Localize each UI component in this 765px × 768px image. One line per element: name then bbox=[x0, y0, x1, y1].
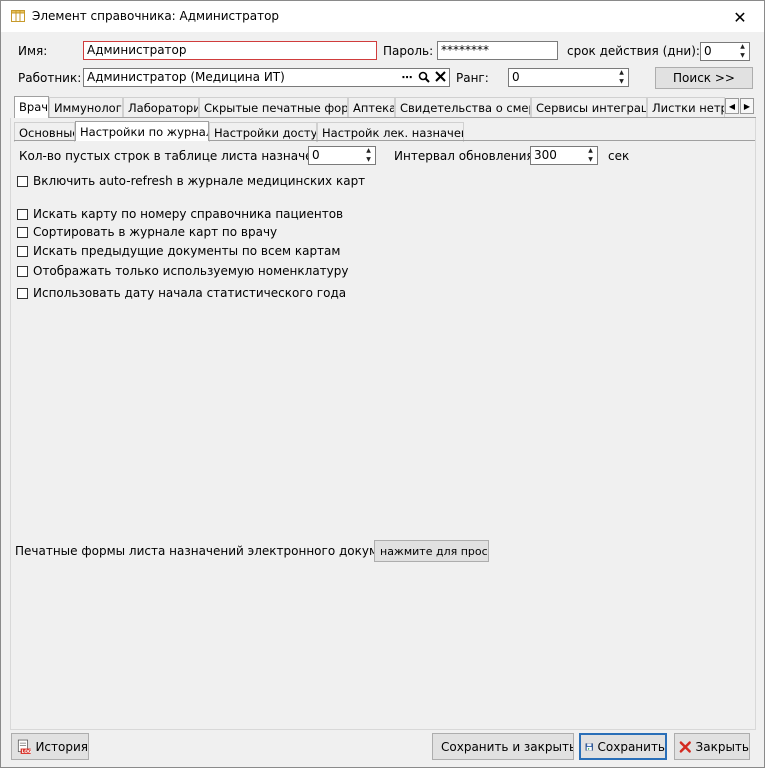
tab-doctor[interactable]: Врач bbox=[14, 96, 49, 118]
checkbox-used-nomenclature[interactable] bbox=[17, 266, 28, 277]
save-close-button[interactable]: Сохранить и закрыть bbox=[432, 733, 574, 760]
save-close-label: Сохранить и закрыть bbox=[441, 739, 574, 754]
empty-rows-spinner[interactable]: ▲ ▼ bbox=[362, 147, 375, 164]
tab-hidden-print-forms[interactable]: Скрытые печатные формы bbox=[199, 97, 348, 117]
checkbox-used-nomenclature-label: Отображать только используемую номенклат… bbox=[33, 264, 349, 278]
tab-death-certificates[interactable]: Свидетельства о смерти bbox=[395, 97, 531, 117]
rank-spinner[interactable]: ▲ ▼ bbox=[615, 69, 628, 86]
checkbox-search-previous-docs[interactable] bbox=[17, 246, 28, 257]
close-button[interactable]: Закрыть bbox=[674, 733, 750, 760]
rank-field[interactable]: 0 ▲ ▼ bbox=[508, 68, 629, 87]
red-x-icon bbox=[679, 740, 691, 753]
subtab-basic[interactable]: Основные bbox=[14, 122, 75, 142]
spin-down-icon[interactable]: ▼ bbox=[615, 78, 628, 87]
spin-down-icon[interactable]: ▼ bbox=[584, 156, 597, 165]
worker-value: Администратор (Медицина ИТ) bbox=[87, 70, 285, 84]
print-forms-label: Печатные формы листа назначений электрон… bbox=[15, 544, 408, 558]
save-button[interactable]: Сохранить bbox=[579, 733, 667, 760]
name-field[interactable]: Администратор bbox=[83, 41, 377, 60]
chevron-right-icon[interactable]: ▶ bbox=[740, 98, 754, 114]
tab-integration-services[interactable]: Сервисы интеграции bbox=[531, 97, 647, 117]
close-icon[interactable]: ✕ bbox=[725, 4, 755, 30]
refresh-interval-spinner[interactable]: ▲ ▼ bbox=[584, 147, 597, 164]
worker-field[interactable]: Администратор (Медицина ИТ) bbox=[83, 68, 450, 87]
empty-rows-field[interactable]: 0 ▲ ▼ bbox=[308, 146, 376, 165]
name-label: Имя: bbox=[18, 44, 48, 58]
checkbox-sort-by-doctor[interactable] bbox=[17, 227, 28, 238]
checkbox-auto-refresh-label: Включить auto-refresh в журнале медицинс… bbox=[33, 174, 366, 188]
checkbox-auto-refresh[interactable] bbox=[17, 176, 28, 187]
password-label: Пароль: bbox=[383, 44, 434, 58]
spin-up-icon[interactable]: ▲ bbox=[615, 69, 628, 78]
main-tab-strip: Врач Иммунология Лаборатория Скрытые печ… bbox=[14, 96, 754, 118]
chevron-left-icon[interactable]: ◀ bbox=[725, 98, 739, 114]
subtab-divider-right bbox=[209, 140, 755, 141]
search-button[interactable]: Поиск >> bbox=[655, 67, 753, 89]
subtab-journal-settings[interactable]: Настройки по журналам bbox=[75, 121, 209, 141]
refresh-interval-field[interactable]: 300 ▲ ▼ bbox=[530, 146, 598, 165]
window: Элемент справочника: Администратор ✕ Имя… bbox=[0, 0, 765, 768]
svg-text:LOG: LOG bbox=[22, 749, 32, 754]
validity-field[interactable]: 0 ▲ ▼ bbox=[700, 42, 750, 61]
tab-pharmacy[interactable]: Аптека bbox=[348, 97, 395, 117]
tab-sick-leave[interactable]: Листки нетру bbox=[647, 97, 725, 117]
window-title: Элемент справочника: Администратор bbox=[32, 9, 280, 23]
spin-down-icon[interactable]: ▼ bbox=[736, 52, 749, 61]
rank-value: 0 bbox=[512, 70, 520, 84]
floppy-icon bbox=[585, 742, 593, 751]
grid-icon bbox=[11, 10, 25, 22]
history-label: История bbox=[35, 739, 88, 754]
empty-rows-value: 0 bbox=[312, 148, 320, 162]
checkbox-stat-year-date[interactable] bbox=[17, 288, 28, 299]
save-label: Сохранить bbox=[597, 739, 666, 754]
validity-spinner[interactable]: ▲ ▼ bbox=[736, 43, 749, 60]
spin-up-icon[interactable]: ▲ bbox=[362, 147, 375, 156]
close-label: Закрыть bbox=[695, 739, 749, 754]
tab-laboratory[interactable]: Лаборатория bbox=[123, 97, 199, 117]
checkbox-stat-year-date-label: Использовать дату начала статистического… bbox=[33, 286, 347, 300]
subtab-divider-left bbox=[14, 140, 75, 141]
history-button[interactable]: LOG История bbox=[11, 733, 89, 760]
spin-up-icon[interactable]: ▲ bbox=[584, 147, 597, 156]
password-field[interactable]: ******** bbox=[437, 41, 558, 60]
tab-immunology[interactable]: Иммунология bbox=[49, 97, 123, 117]
spin-down-icon[interactable]: ▼ bbox=[362, 156, 375, 165]
checkbox-search-by-number[interactable] bbox=[17, 209, 28, 220]
log-icon: LOG bbox=[17, 739, 32, 754]
empty-rows-label: Кол-во пустых строк в таблице листа назн… bbox=[19, 149, 340, 163]
subtab-prescription-settings[interactable]: Настройк лек. назначений bbox=[317, 122, 464, 142]
magnifier-icon[interactable] bbox=[418, 71, 430, 83]
subtab-access-settings[interactable]: Настройки доступа bbox=[209, 122, 317, 142]
tab-scroll-arrows: ◀ ▶ bbox=[725, 98, 755, 114]
worker-label: Работник: bbox=[18, 71, 82, 85]
checkbox-search-by-number-label: Искать карту по номеру справочника пацие… bbox=[33, 207, 344, 221]
x-icon[interactable] bbox=[435, 71, 446, 82]
refresh-unit: сек bbox=[608, 149, 630, 163]
checkbox-search-previous-docs-label: Искать предыдущие документы по всем карт… bbox=[33, 244, 341, 258]
validity-label: срок действия (дни): bbox=[567, 44, 700, 58]
validity-value: 0 bbox=[704, 44, 712, 58]
refresh-interval-value: 300 bbox=[534, 148, 557, 162]
print-forms-view-button[interactable]: нажмите для просмот bbox=[374, 540, 489, 562]
checkbox-sort-by-doctor-label: Сортировать в журнале карт по врачу bbox=[33, 225, 278, 239]
title-bar: Элемент справочника: Администратор ✕ bbox=[1, 1, 764, 32]
refresh-interval-label: Интервал обновления: bbox=[394, 149, 538, 163]
ellipsis-icon[interactable]: ⋯ bbox=[400, 70, 414, 85]
rank-label: Ранг: bbox=[456, 71, 489, 85]
spin-up-icon[interactable]: ▲ bbox=[736, 43, 749, 52]
